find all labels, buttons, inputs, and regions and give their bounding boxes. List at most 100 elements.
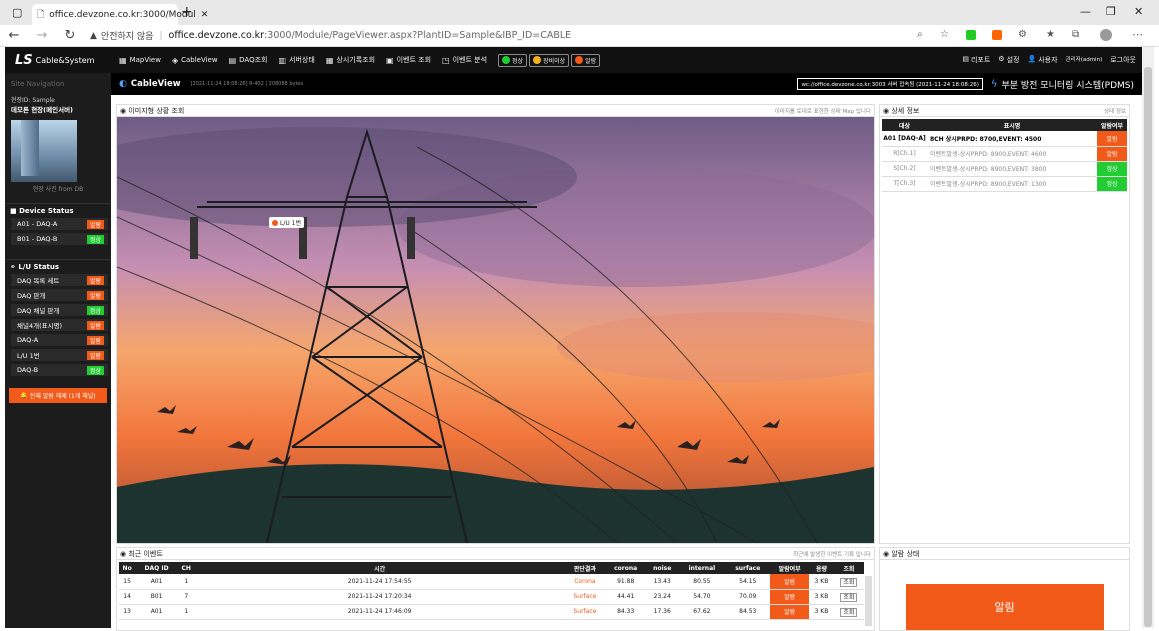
- view-button[interactable]: 조회: [833, 574, 864, 590]
- favorite-icon[interactable]: ☆: [940, 29, 949, 40]
- status-item[interactable]: DAQ-A 알람: [11, 334, 108, 346]
- nav-icon: ◈: [171, 55, 179, 65]
- events-scrollbar[interactable]: [865, 576, 872, 626]
- status-item-label: DAQ 채널 판개: [17, 307, 60, 315]
- minimize-icon[interactable]: —: [1080, 5, 1091, 18]
- table-cell: 3 KB: [809, 574, 834, 590]
- status-item[interactable]: DAQ 채널 판개 정상: [11, 304, 108, 316]
- reload-icon[interactable]: ↻: [56, 28, 84, 43]
- view-button[interactable]: 조회: [833, 589, 864, 605]
- status-item-label: DAQ-A: [17, 336, 39, 344]
- nav-right-item[interactable]: ▤ 리포트: [962, 55, 990, 65]
- status-filter-pill[interactable]: 장비이상: [529, 53, 570, 67]
- lu-list: DAQ 목록 세트 알람 DAQ 판개 알람 DAQ 채널 판개 정상채널4개(표시명) 알…: [5, 274, 111, 376]
- table-cell: 2021-11-24 17:46:09: [194, 604, 565, 620]
- status-badge: 알람: [1097, 146, 1127, 162]
- view-button[interactable]: 조회: [833, 604, 864, 620]
- url-host[interactable]: office.devzone.co.kr: [169, 30, 265, 41]
- status-filter-pill[interactable]: 정상: [498, 53, 528, 67]
- cable-icon: ◐: [119, 79, 127, 89]
- site-id: 현장ID: Sample: [11, 97, 55, 104]
- status-item-label: DAQ 판개: [17, 292, 46, 300]
- nav-item[interactable]: ▦ MapView: [119, 55, 161, 65]
- table-row[interactable]: A01 [DAQ-A] 8CH 상시PRPD: 8700,EVENT: 4500 알…: [882, 131, 1127, 147]
- nav-right-icon: 👤: [1027, 55, 1037, 63]
- table-cell: 15: [119, 574, 136, 590]
- column-header: 조회: [833, 562, 864, 574]
- table-cell: Surface: [564, 589, 606, 605]
- nav-item[interactable]: ▥ 서버상태: [278, 55, 314, 65]
- nav-item[interactable]: ◈ CableView: [172, 55, 218, 65]
- table-cell: 1: [177, 604, 195, 620]
- table-row[interactable]: 13 A01 1 2021-11-24 17:46:09 Surface 84.33 17.…: [119, 604, 864, 620]
- nav-right-item[interactable]: 로그아웃: [1110, 55, 1136, 65]
- table-cell: 1: [177, 574, 195, 590]
- logo[interactable]: LS Cable&System: [5, 47, 111, 73]
- share-icon[interactable]: ⧉: [1072, 29, 1079, 40]
- page-icon: 🗋: [37, 9, 45, 20]
- clear-alarm-button[interactable]: 🔔 전체 알람 해제 (1개 채널): [9, 388, 107, 403]
- table-row[interactable]: T[Ch.3] 이벤트발생-상시PRPD: 8900,EVENT: 1300 정상: [882, 176, 1127, 192]
- table-cell: 84.53: [725, 604, 771, 620]
- window-menu-icon[interactable]: ▢: [12, 6, 22, 19]
- lu-marker[interactable]: L/U 1번: [269, 217, 305, 228]
- status-item[interactable]: 채널4개(표시명) 알람: [11, 319, 108, 331]
- panel-icon: ◉: [883, 106, 890, 115]
- status-item[interactable]: DAQ 목록 세트 알람: [11, 274, 108, 286]
- extension-icon-2[interactable]: [992, 30, 1002, 40]
- nav-item[interactable]: ▣ 이벤트 조회: [386, 55, 431, 65]
- forward-icon[interactable]: →: [28, 28, 56, 43]
- nav-right-item[interactable]: ⚙ 설정: [998, 55, 1019, 65]
- extension-icon[interactable]: [966, 30, 976, 40]
- table-row[interactable]: 15 A01 1 2021-11-24 17:54:55 Corona 91.88 13.4…: [119, 574, 864, 590]
- table-cell: 91.88: [605, 574, 647, 590]
- image-panel-hint: 이미지를 토대로 표현한 상태 Map 입니다: [774, 108, 871, 115]
- status-item[interactable]: DAQ 판개 알람: [11, 289, 108, 301]
- column-header: 판단결과: [564, 562, 606, 574]
- back-icon[interactable]: ←: [0, 28, 28, 43]
- page-scroll-thumb[interactable]: [1144, 67, 1152, 627]
- status-item[interactable]: DAQ-B 정상: [11, 364, 108, 376]
- table-cell: 2021-11-24 17:20:34: [194, 589, 565, 605]
- url-path[interactable]: :3000/Module/PageViewer.aspx?PlantID=Sam…: [264, 30, 571, 41]
- table-cell: B01: [135, 589, 178, 605]
- events-table: No DAQ ID CH 시간 판단결과 corona noise internal surfa…: [119, 562, 864, 620]
- nav-item[interactable]: ▦ 상시기록조회: [326, 55, 375, 65]
- status-badge: 알람: [86, 320, 104, 330]
- status-item[interactable]: L/U 1번 알람: [11, 349, 108, 361]
- table-row[interactable]: 14 B01 7 2021-11-24 17:20:34 Surface 44.41 23.…: [119, 589, 864, 605]
- column-header: No: [119, 562, 136, 574]
- column-header: noise: [646, 562, 679, 574]
- puzzle-icon[interactable]: ⚙: [1018, 29, 1027, 40]
- browser-tab[interactable]: 🗋 office.devzone.co.kr:3000/Modul ✕: [32, 4, 208, 25]
- zoom-icon[interactable]: ⌕: [917, 29, 923, 40]
- status-item[interactable]: A01 - DAQ-A 알람: [11, 218, 108, 230]
- address-bar: ← → ↻ ▲ 안전하지 않음 | office.devzone.co.kr :…: [0, 25, 1159, 47]
- profile-avatar[interactable]: [1100, 29, 1112, 41]
- table-row[interactable]: R[Ch.1] 이벤트발생-상시PRPD: 8900,EVENT: 4600 알람: [882, 146, 1127, 162]
- table-cell: 84.33: [605, 604, 647, 620]
- nav-item[interactable]: ◳ 이벤트 분석: [442, 55, 487, 65]
- status-dot: [575, 56, 584, 64]
- nav-icon: ▣: [386, 55, 394, 65]
- nav-right-item[interactable]: 👤 사용자: [1027, 55, 1057, 65]
- nav-right-item[interactable]: 관리자(admin): [1066, 55, 1103, 65]
- table-row[interactable]: S[Ch.2] 이벤트발생-상시PRPD: 8900,EVENT: 3800 정상: [882, 161, 1127, 177]
- security-warning[interactable]: 안전하지 않음: [101, 29, 154, 42]
- image-panel-title: 이미지형 상황 조회: [128, 106, 185, 115]
- alarm-indicator: 알림: [905, 584, 1104, 630]
- collections-icon[interactable]: ★: [1046, 29, 1055, 40]
- security-warning-icon[interactable]: ▲: [90, 31, 97, 41]
- page-scrollbar[interactable]: [1142, 47, 1154, 628]
- new-tab-icon[interactable]: +: [181, 4, 193, 20]
- restore-icon[interactable]: ❐: [1106, 5, 1116, 18]
- status-item-label: A01 - DAQ-A: [17, 220, 58, 228]
- status-filter-pill[interactable]: 알람: [571, 53, 601, 67]
- nav-item[interactable]: ▤ DAQ조회: [229, 55, 268, 65]
- status-item[interactable]: B01 - DAQ-B 정상: [11, 233, 108, 245]
- close-window-icon[interactable]: ✕: [1134, 5, 1143, 18]
- more-icon[interactable]: ⋯: [1132, 28, 1143, 41]
- status-item-label: 채널4개(표시명): [17, 322, 63, 330]
- close-tab-icon[interactable]: ✕: [201, 10, 209, 20]
- column-header: 표시명: [927, 119, 1097, 131]
